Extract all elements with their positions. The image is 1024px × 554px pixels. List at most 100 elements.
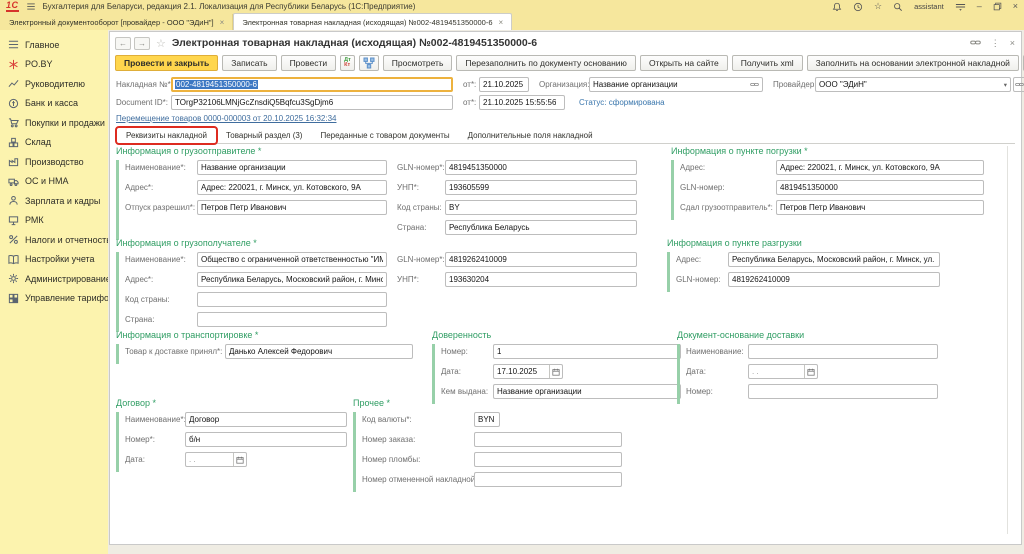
proxy-date-field[interactable]: 17.10.2025 xyxy=(493,364,563,379)
menu-icon xyxy=(7,39,19,51)
view-button[interactable]: Просмотреть xyxy=(382,55,453,71)
open-link-icon[interactable] xyxy=(750,80,759,89)
shipper-unp-field[interactable]: 193605599 xyxy=(445,180,637,195)
link-icon[interactable] xyxy=(969,37,981,50)
app-tab-waybill[interactable]: Электронная товарная накладная (исходяща… xyxy=(233,13,513,30)
basis-name-field[interactable] xyxy=(748,344,938,359)
invoice-date-field[interactable]: 21.10.2025 xyxy=(479,77,529,92)
sidebar-item-warehouse[interactable]: Склад xyxy=(0,133,108,153)
sidebar-item-purchases[interactable]: Покупки и продажи xyxy=(0,113,108,133)
loading-gln-field[interactable]: 4819451350000 xyxy=(776,180,984,195)
consignee-country-code-field[interactable] xyxy=(197,292,387,307)
sidebar-item-manager[interactable]: Руководителю xyxy=(0,74,108,94)
save-button[interactable]: Записать xyxy=(222,55,277,71)
sidebar-item-bank[interactable]: Банк и касса xyxy=(0,94,108,114)
get-xml-button[interactable]: Получить xml xyxy=(731,55,803,71)
sidebar-item-rmk[interactable]: РМК xyxy=(0,211,108,231)
sidebar-item-taxes[interactable]: Налоги и отчетность xyxy=(0,230,111,250)
proxy-number-field[interactable]: 1 xyxy=(493,344,681,359)
calendar-icon[interactable] xyxy=(233,453,246,466)
show-postings-button[interactable]: Дт Кт xyxy=(340,55,355,71)
close-form-icon[interactable]: × xyxy=(1010,38,1015,48)
contract-name-field[interactable]: Договор xyxy=(185,412,347,427)
consignee-country-field[interactable] xyxy=(197,312,387,327)
open-on-site-button[interactable]: Открыть на сайте xyxy=(639,55,728,71)
search-icon[interactable] xyxy=(893,2,903,12)
transport-accepted-by-field[interactable]: Данько Алексей Федорович xyxy=(225,344,413,359)
proxy-issued-by-field[interactable]: Название организации xyxy=(493,384,681,399)
provider-field[interactable]: ООО "ЭДиН" ▾ xyxy=(815,77,1011,92)
sidebar-item-fixed-assets[interactable]: ОС и НМА xyxy=(0,172,108,192)
close-tab-icon[interactable]: × xyxy=(220,18,225,27)
back-button[interactable]: ← xyxy=(115,36,131,50)
contract-number-field[interactable]: б/н xyxy=(185,432,347,447)
basis-date-field[interactable]: . . xyxy=(748,364,818,379)
order-number-field[interactable] xyxy=(474,432,622,447)
shipper-gln-field[interactable]: 4819451350000 xyxy=(445,160,637,175)
shipper-country-code-field[interactable]: BY xyxy=(445,200,637,215)
sidebar-item-label: Руководителю xyxy=(25,78,86,89)
shipper-address-field[interactable]: Адрес: 220021, г. Минск, ул. Котовского,… xyxy=(197,180,387,195)
section-contract: Договор * Наименование*: Договор Номер*:… xyxy=(116,398,347,472)
consignee-unp-field[interactable]: 193630204 xyxy=(445,272,637,287)
minimize-button[interactable]: – xyxy=(977,2,982,11)
tab-transferred-documents[interactable]: Переданные с товаром документы xyxy=(311,127,458,143)
organization-field[interactable]: Название организации xyxy=(589,77,763,92)
unloading-address-field[interactable]: Республика Беларусь, Московский район, г… xyxy=(728,252,940,267)
group-accent-bar xyxy=(353,412,356,492)
more-vertical-icon[interactable]: ⋮ xyxy=(991,38,1000,49)
main-menu-icon[interactable] xyxy=(26,2,36,11)
notifications-icon[interactable] xyxy=(832,2,842,12)
favorite-star-icon[interactable]: ☆ xyxy=(156,37,166,50)
document-id-field[interactable]: TOrgP32106LMNjGcZnsdiQ5Bqfcu3SgDjm6 xyxy=(171,95,453,110)
post-button[interactable]: Провести xyxy=(280,55,337,71)
sidebar-item-main[interactable]: Главное xyxy=(0,35,108,55)
history-icon[interactable] xyxy=(853,2,863,12)
post-and-close-button[interactable]: Провести и закрыть xyxy=(115,55,219,71)
sidebar-item-tariff[interactable]: Управление тарифом xyxy=(0,289,115,309)
service-menu-icon[interactable] xyxy=(955,2,966,12)
close-window-button[interactable]: × xyxy=(1013,2,1018,11)
contract-date-field[interactable]: . . xyxy=(185,452,247,467)
sidebar-item-poby[interactable]: PO.BY xyxy=(0,55,108,75)
consignee-name-field[interactable]: Общество с ограниченной ответственностью… xyxy=(197,252,387,267)
sidebar-item-production[interactable]: Производство xyxy=(0,152,108,172)
fill-from-e-waybill-button[interactable]: Заполнить на основании электронной накла… xyxy=(806,55,1019,71)
app-tab-edo[interactable]: Электронный документооборот [провайдер -… xyxy=(1,14,234,30)
calendar-icon[interactable] xyxy=(549,365,562,378)
sidebar-item-payroll[interactable]: Зарплата и кадры xyxy=(0,191,108,211)
loading-address-field[interactable]: Адрес: 220021, г. Минск, ул. Котовского,… xyxy=(776,160,984,175)
sidebar-item-label: РМК xyxy=(25,215,44,226)
restore-button[interactable] xyxy=(993,2,1002,11)
seal-number-field[interactable] xyxy=(474,452,622,467)
section-other: Прочее * Код валюты*: BYN Номер заказа: … xyxy=(353,398,622,492)
close-tab-icon[interactable]: × xyxy=(499,18,504,27)
section-title: Информация о транспортировке * xyxy=(116,330,259,340)
shipper-name-field[interactable]: Название организации xyxy=(197,160,387,175)
current-user[interactable]: assistant xyxy=(914,2,944,11)
consignee-gln-field[interactable]: 4819262410009 xyxy=(445,252,637,267)
currency-code-field[interactable]: BYN xyxy=(474,412,500,427)
calendar-icon[interactable] xyxy=(804,365,817,378)
provider-open-button[interactable] xyxy=(1013,77,1024,92)
consignee-address-field[interactable]: Республика Беларусь, Московский район, г… xyxy=(197,272,387,287)
dropdown-icon[interactable]: ▾ xyxy=(1004,81,1007,89)
shipper-country-field[interactable]: Республика Беларусь xyxy=(445,220,637,235)
document-datetime-field[interactable]: 21.10.2025 15:55:56 xyxy=(479,95,565,110)
loading-handed-by-field[interactable]: Петров Петр Иванович xyxy=(776,200,984,215)
base-document-link[interactable]: Перемещение товаров 0000-000003 от 20.10… xyxy=(116,114,337,123)
related-documents-button[interactable] xyxy=(358,55,379,71)
tab-goods-section[interactable]: Товарный раздел (3) xyxy=(217,127,311,143)
tab-additional-fields[interactable]: Дополнительные поля накладной xyxy=(459,127,602,143)
cancelled-waybill-number-field[interactable] xyxy=(474,472,622,487)
unloading-gln-field[interactable]: 4819262410009 xyxy=(728,272,940,287)
shipper-release-allowed-field[interactable]: Петров Петр Иванович xyxy=(197,200,387,215)
tab-requisites[interactable]: Реквизиты накладной xyxy=(115,126,219,145)
invoice-number-field[interactable]: 002-4819451350000-6 xyxy=(171,77,453,92)
forward-button[interactable]: → xyxy=(134,36,150,50)
sidebar-item-administration[interactable]: Администрирование xyxy=(0,269,111,289)
refill-from-base-button[interactable]: Перезаполнить по документу основанию xyxy=(456,55,636,71)
basis-number-field[interactable] xyxy=(748,384,938,399)
favorites-icon[interactable]: ☆ xyxy=(874,1,882,12)
sidebar-item-accounting-settings[interactable]: Настройки учета xyxy=(0,250,108,270)
